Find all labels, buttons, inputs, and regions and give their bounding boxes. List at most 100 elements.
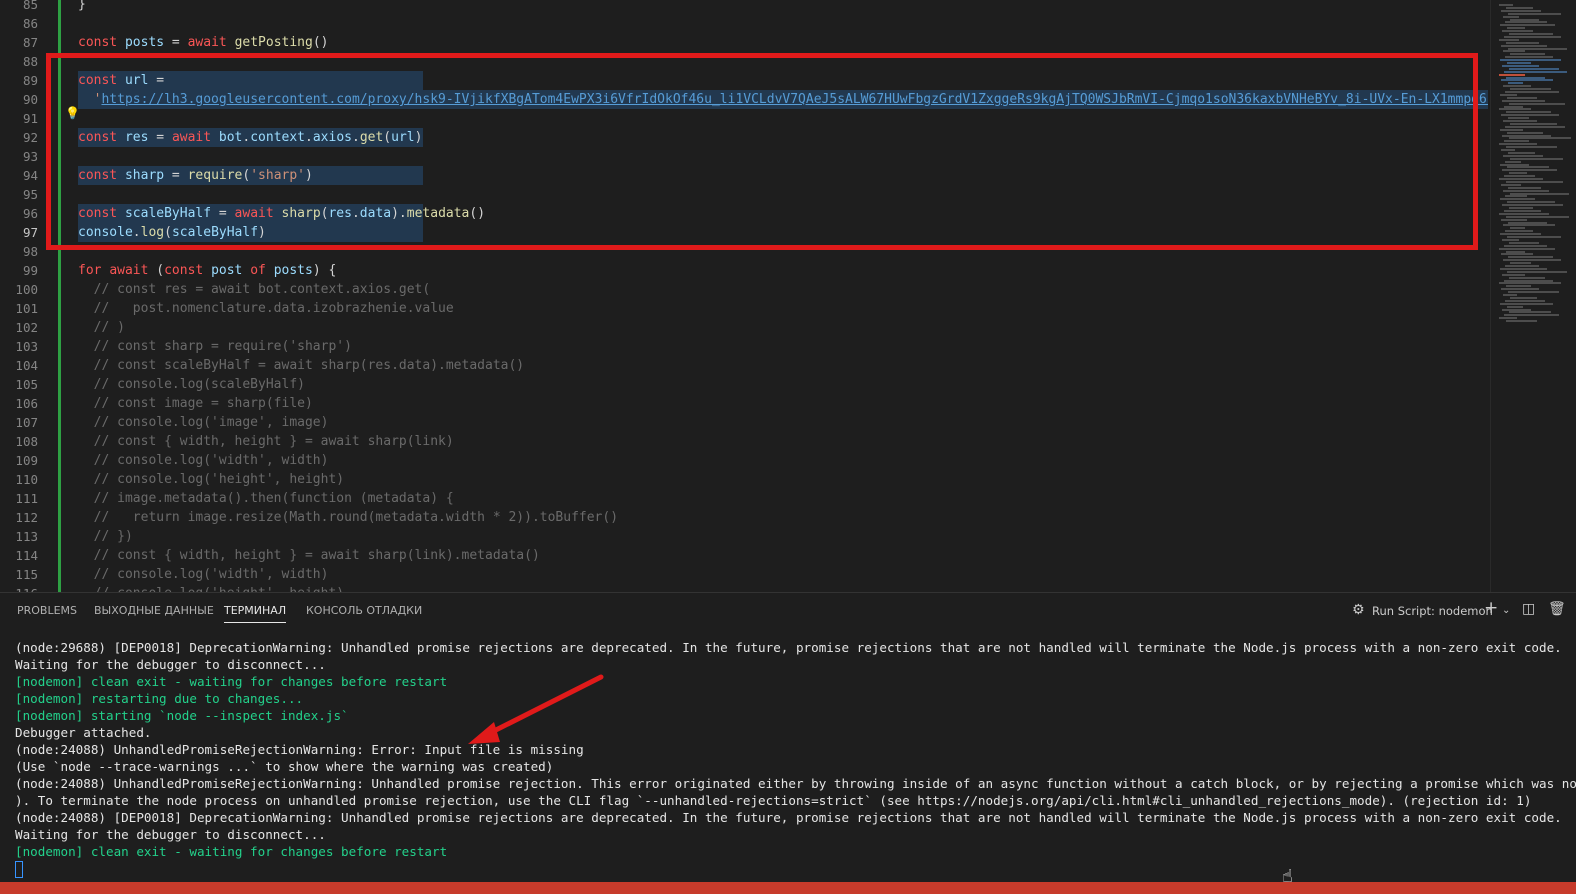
terminal-line: [nodemon] starting `node --inspect index… (15, 708, 349, 723)
line-number: 98 (22, 244, 38, 259)
code-token: await (187, 35, 235, 50)
terminal-line: [nodemon] clean exit - waiting for chang… (15, 844, 448, 859)
minimap-line (1509, 102, 1565, 105)
code-token: // const scaleByHalf = await sharp(res.d… (78, 358, 525, 373)
code-line[interactable]: // }) (78, 527, 133, 546)
code-line[interactable]: // console.log(scaleByHalf) (78, 375, 305, 394)
mouse-cursor-icon: ☝ (1282, 866, 1293, 887)
code-token: // image.metadata().then(function (metad… (78, 491, 454, 506)
minimap-line (1500, 267, 1547, 270)
line-number: 109 (15, 453, 38, 468)
code-line[interactable]: // const { width, height } = await sharp… (78, 432, 454, 451)
trash-icon[interactable]: 🗑 (1548, 601, 1566, 617)
minimap-line (1499, 108, 1531, 111)
line-number: 106 (15, 396, 38, 411)
code-token: // const sharp = require('sharp') (78, 339, 352, 354)
minimap-line (1505, 21, 1547, 24)
minimap-line (1506, 180, 1563, 183)
minimap-line (1502, 273, 1525, 276)
minimap-line (1506, 285, 1531, 288)
line-number: 114 (15, 548, 38, 563)
minimap-line (1506, 41, 1539, 44)
line-number: 86 (22, 16, 38, 31)
terminal-line: (node:29688) [DEP0018] DeprecationWarnin… (15, 640, 1562, 655)
terminal-line: (node:24088) UnhandledPromiseRejectionWa… (15, 742, 584, 757)
code-token: // ) (78, 320, 125, 335)
line-number: 94 (22, 168, 38, 183)
code-line[interactable]: for await (const post of posts) { (78, 261, 336, 280)
minimap-line (1501, 253, 1533, 256)
minimap-line (1505, 56, 1553, 59)
minimap-line (1502, 169, 1557, 172)
line-number: 104 (15, 358, 38, 373)
code-line[interactable]: // const res = await bot.context.axios.g… (78, 280, 431, 299)
code-token: of (242, 263, 274, 278)
code-line[interactable]: const posts = await getPosting() (78, 33, 329, 52)
code-line[interactable]: // post.nomenclature.data.izobrazhenie.v… (78, 299, 454, 318)
code-line[interactable]: // const scaleByHalf = await sharp(res.d… (78, 356, 524, 375)
line-number: 101 (15, 301, 38, 316)
code-line[interactable]: // console.log('width', width) (78, 565, 329, 584)
code-token: // console.log('height', height) (78, 472, 345, 487)
split-terminal-icon[interactable]: ◫ (1522, 601, 1535, 617)
minimap-line (1510, 53, 1545, 56)
terminal-line: (node:24088) [DEP0018] DeprecationWarnin… (15, 810, 1562, 825)
minimap-line (1505, 299, 1545, 302)
minimap-line (1507, 27, 1525, 30)
minimap-line (1510, 192, 1569, 195)
minimap-line (1500, 59, 1561, 62)
code-editor[interactable]: 85 86 87 88 89 90 91 92 93 94 95 96 97 98 99 100 101 102 1… (0, 0, 1576, 592)
code-token: post (211, 263, 243, 278)
minimap-line (1510, 18, 1539, 21)
minimap-line (1510, 88, 1551, 91)
minimap-line (1505, 91, 1559, 93)
line-number: 108 (15, 434, 38, 449)
terminal-output[interactable]: (node:29688) [DEP0018] DeprecationWarnin… (15, 639, 1576, 860)
tab-output[interactable]: ВЫХОДНЫЕ ДАННЫЕ (94, 604, 214, 617)
minimap-line (1503, 15, 1519, 18)
tab-terminal[interactable]: ТЕРМИНАЛ (224, 604, 287, 623)
minimap-line (1503, 85, 1531, 88)
minimap-line (1507, 201, 1555, 204)
minimap-line (1499, 317, 1517, 320)
minimap-line (1500, 198, 1535, 201)
terminal-line: (Use `node --trace-warnings ...` to show… (15, 759, 554, 774)
minimap-line (1502, 30, 1533, 33)
code-line[interactable]: // console.log('height', height) (78, 584, 344, 592)
minimap-line (1502, 134, 1551, 137)
code-line[interactable]: // return image.resize(Math.round(metada… (78, 508, 618, 527)
minimap-line (1503, 259, 1561, 262)
chevron-down-icon[interactable]: ⌄ (1502, 605, 1510, 616)
code-line[interactable]: // const sharp = require('sharp') (78, 337, 352, 356)
code-token: // console.log('image', image) (78, 415, 329, 430)
minimap-line (1510, 122, 1557, 125)
code-token: } (78, 0, 86, 12)
minimap-line (1500, 163, 1529, 166)
status-bar (0, 882, 1576, 894)
tab-debug-console[interactable]: КОНСОЛЬ ОТЛАДКИ (306, 604, 422, 617)
code-line[interactable]: // const image = sharp(file) (78, 394, 313, 413)
minimap-line (1506, 250, 1525, 253)
minimap-line (1504, 70, 1567, 73)
minimap-line (1508, 82, 1523, 85)
minimap-line (1505, 230, 1533, 233)
tab-problems[interactable]: PROBLEMS (17, 604, 77, 617)
minimap-line (1507, 131, 1543, 134)
code-line[interactable]: // const { width, height } = await sharp… (78, 546, 540, 565)
code-line[interactable]: // image.metadata().then(function (metad… (78, 489, 454, 508)
line-number: 112 (15, 510, 38, 525)
code-line[interactable]: // ) (78, 318, 125, 337)
run-script-selector[interactable]: Run Script: nodemon (1372, 604, 1493, 618)
code-line[interactable]: // console.log('width', width) (78, 451, 329, 470)
minimap-line (1510, 296, 1537, 299)
add-terminal-icon[interactable]: + (1484, 598, 1498, 618)
code-line[interactable]: // console.log('image', image) (78, 413, 329, 432)
code-token: // const res = await bot.context.axios.g… (78, 282, 431, 297)
code-line[interactable]: // console.log('height', height) (78, 470, 344, 489)
code-line[interactable]: } (78, 0, 86, 14)
minimap-line (1503, 224, 1555, 227)
bottom-panel: PROBLEMS ВЫХОДНЫЕ ДАННЫЕ ТЕРМИНАЛ КОНСОЛ… (0, 592, 1576, 883)
terminal-line: [nodemon] restarting due to changes... (15, 691, 304, 706)
line-number: 100 (15, 282, 38, 297)
minimap[interactable] (1490, 0, 1576, 592)
